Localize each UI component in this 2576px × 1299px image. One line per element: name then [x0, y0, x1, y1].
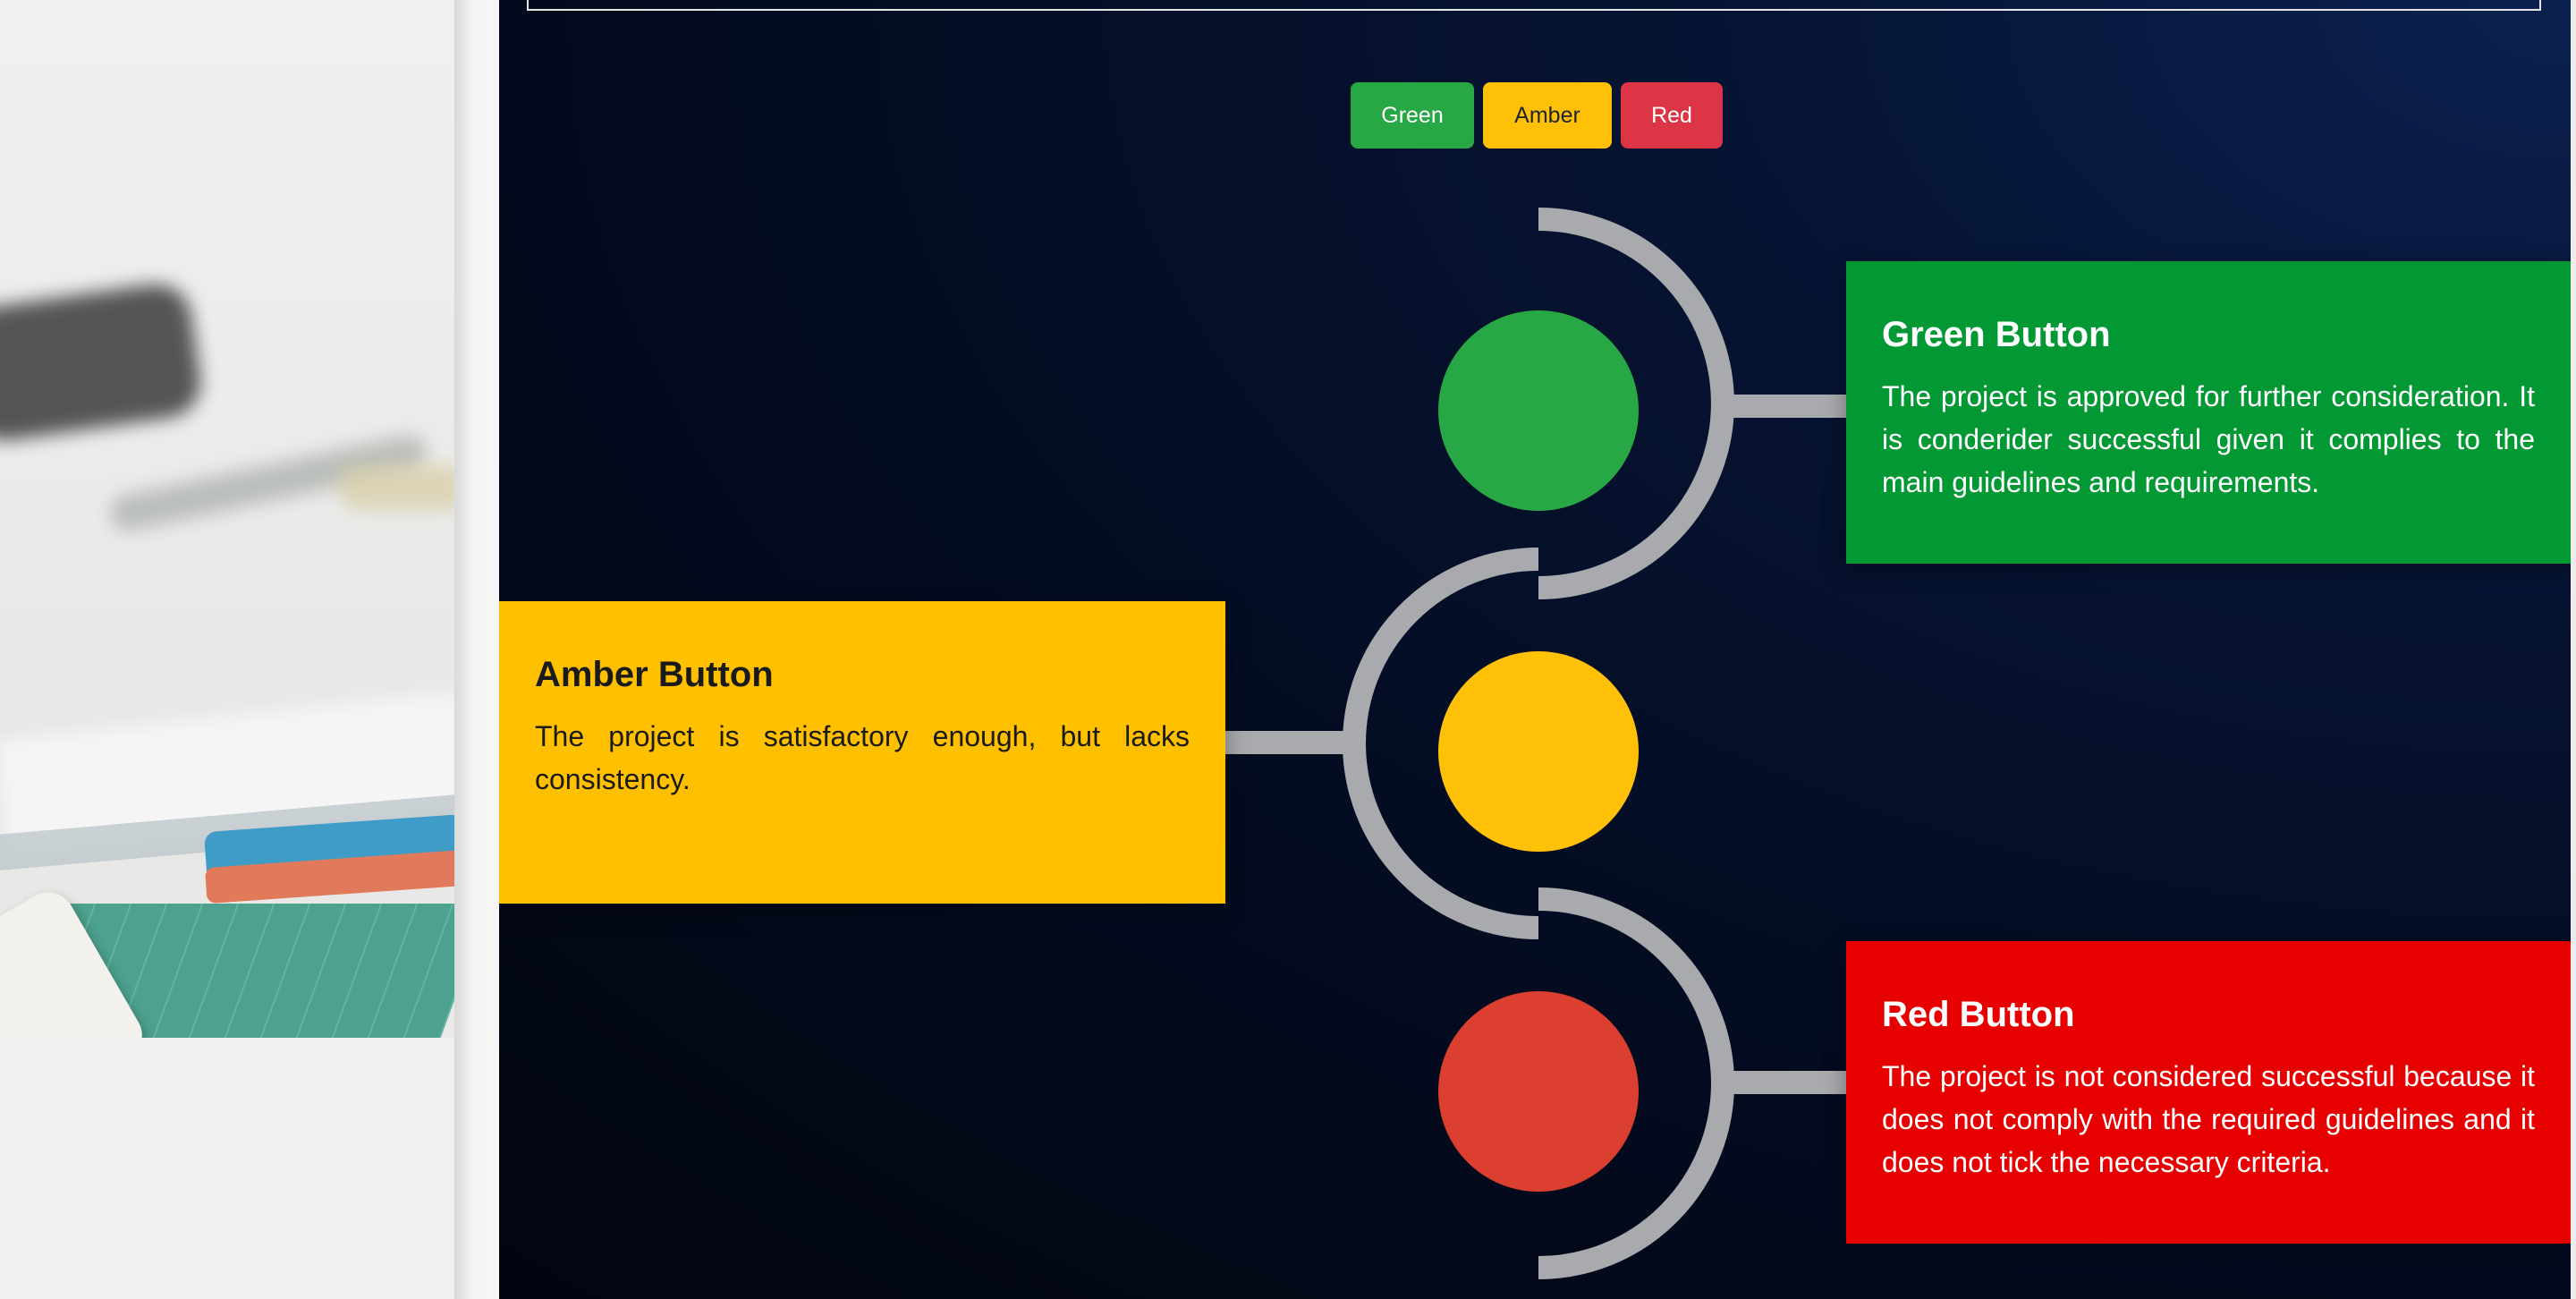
green-info-card: Green Button The project is approved for…: [1846, 261, 2571, 564]
red-info-card: Red Button The project is not considered…: [1846, 941, 2571, 1244]
red-card-text: The project is not considered successful…: [1882, 1060, 2535, 1178]
green-card-text: The project is approved for further cons…: [1882, 380, 2535, 498]
green-card-title: Green Button: [1882, 315, 2111, 354]
connector-red: [1723, 1071, 1848, 1094]
background-photo: [0, 0, 454, 1299]
red-card-title: Red Button: [1882, 995, 2075, 1034]
amber-info-card: Amber Button The project is satisfactory…: [499, 601, 1225, 904]
amber-light: [1438, 651, 1639, 852]
page-gutter: [454, 0, 499, 1299]
amber-card-text: The project is satisfactory enough, but …: [535, 720, 1190, 795]
connector-amber: [1225, 731, 1354, 754]
red-light: [1438, 991, 1639, 1192]
connector-green: [1723, 395, 1848, 418]
traffic-light-panel: Green Amber Red Green Button The project…: [499, 0, 2571, 1299]
amber-card-title: Amber Button: [535, 655, 774, 694]
green-light: [1438, 310, 1639, 511]
